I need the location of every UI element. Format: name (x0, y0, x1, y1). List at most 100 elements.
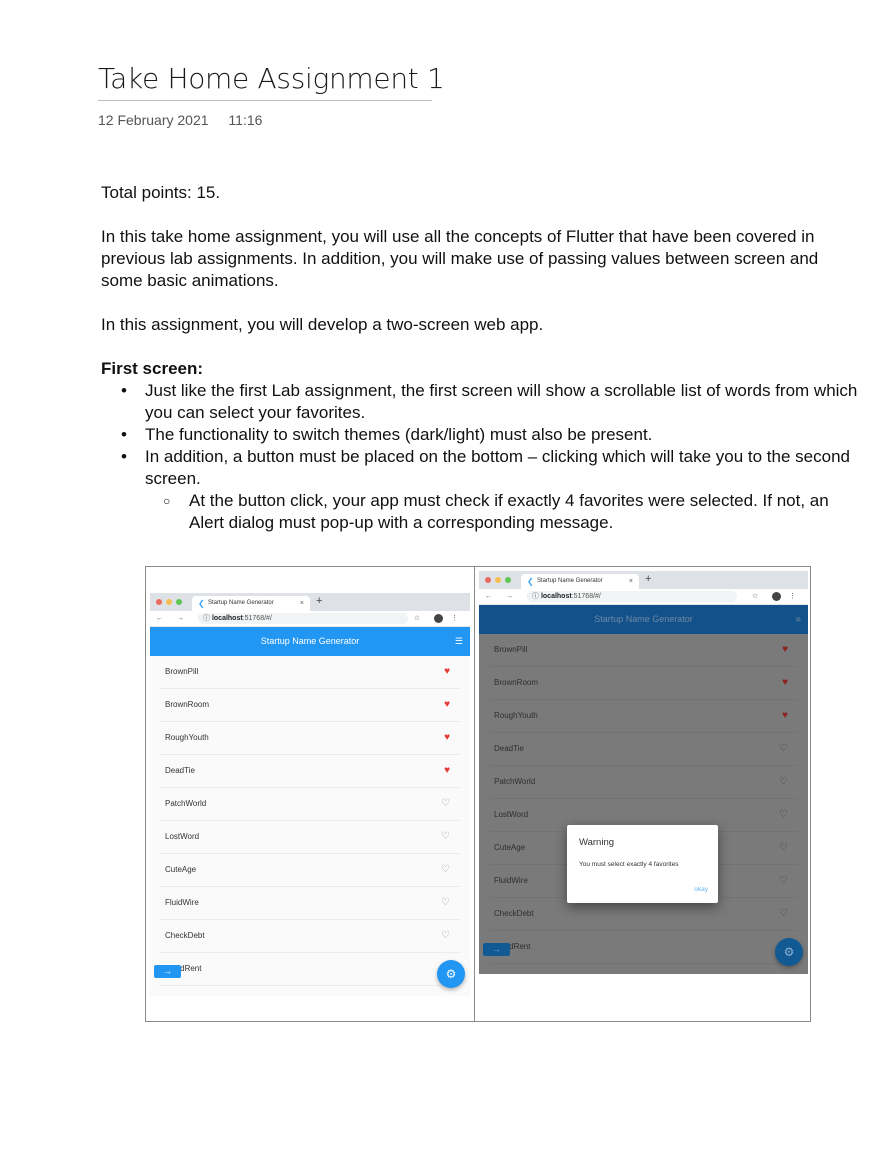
paragraph: Total points: 15. (101, 183, 221, 202)
dark-theme-screenshot: ❮ Startup Name Generator × + ← → C ⓘ loc… (479, 571, 808, 989)
list-icon: ☰ (454, 636, 463, 646)
word-label: RoughYouth (165, 733, 209, 742)
word-label: HotLife (165, 986, 190, 996)
list-item: RoughYouth ♥ (489, 700, 798, 733)
menu-icon: ⋮ (789, 593, 802, 600)
theme-toggle-fab: ⚙ (437, 960, 465, 988)
info-icon: ⓘ (532, 593, 539, 600)
word-list: BrownPill ♥ BrownRoom ♥ RoughYouth ♥ DeadTie ♥ P… (150, 656, 470, 996)
list-item: LostWord ♡ (160, 821, 460, 854)
word-label: BrownPill (494, 645, 528, 654)
list-item: FluidWire ♡ (160, 887, 460, 920)
heart-filled-icon: ♥ (782, 677, 788, 688)
note-meta: 12 February 2021 11:16 (98, 112, 278, 128)
app-title: Startup Name Generator (594, 614, 693, 624)
heart-outline-icon: ♡ (779, 875, 788, 886)
word-label: BrownPill (165, 667, 199, 676)
word-label: HotLife (494, 964, 519, 974)
sub-bullet-item: At the button click, your app must check… (163, 490, 861, 534)
info-icon: ⓘ (203, 615, 210, 622)
note-time: 11:16 (228, 112, 263, 128)
word-label: BrownRoom (494, 678, 539, 687)
browser-tab: ❮ Startup Name Generator × (521, 574, 639, 589)
word-label: PatchWorld (494, 777, 536, 786)
toolbar-right: ☆ ⋮ (414, 611, 464, 626)
word-label: LostWord (494, 810, 529, 819)
heart-filled-icon: ♥ (444, 699, 450, 710)
bullet-list: Just like the first Lab assignment, the … (101, 380, 861, 534)
word-label: CuteAge (494, 843, 526, 852)
word-label: CheckDebt (494, 909, 534, 918)
arrow-right-icon: → (163, 966, 172, 976)
tab-close-icon: × (628, 578, 633, 585)
list-item: HotLife♡ (489, 964, 798, 974)
tab-close-icon: × (299, 600, 304, 607)
minimize-dot (166, 599, 172, 605)
arrow-right-icon: → (492, 944, 501, 954)
sub-bullet-list: At the button click, your app must check… (145, 490, 861, 534)
word-label: DeadTie (165, 766, 195, 775)
heart-outline-icon: ♡ (779, 842, 788, 853)
toolbar-right: ☆ ⋮ (752, 589, 802, 604)
word-label: FluidWire (494, 876, 528, 885)
title-divider (98, 100, 432, 101)
heart-outline-icon: ♡ (441, 864, 450, 875)
url-host: localhost (211, 615, 243, 622)
heart-filled-icon: ♥ (782, 644, 788, 655)
star-icon: ☆ (413, 615, 427, 622)
paragraph: In this assignment, you will develop a t… (101, 315, 544, 334)
light-theme-screenshot: ❮ Startup Name Generator × + ← → C ⓘ loc… (150, 593, 470, 998)
list-item: DeadTie ♡ (489, 733, 798, 766)
app-bar: Startup Name Generator ☰ (150, 627, 470, 656)
url-field: ⓘ localhost:51768/#/ (527, 591, 737, 602)
heart-outline-icon: ♡ (441, 831, 450, 842)
url-rest: :51768/#/ (571, 593, 601, 600)
close-dot (156, 599, 162, 605)
maximize-dot (176, 599, 182, 605)
new-tab-icon: + (645, 573, 652, 585)
flutter-icon: ❮ (198, 599, 205, 608)
heart-filled-icon: ♥ (444, 732, 450, 743)
list-item: BrownPill ♥ (160, 656, 460, 689)
note-title: Take Home Assignment 1 (98, 62, 445, 95)
list-item: BrownRoom ♥ (489, 667, 798, 700)
heart-outline-icon: ♡ (779, 809, 788, 820)
word-label: CuteAge (165, 865, 197, 874)
word-list: BrownPill ♥ BrownRoom ♥ RoughYouth ♥ DeadTie ♡ P… (479, 634, 808, 974)
next-screen-button: → (483, 943, 510, 956)
heart-filled-icon: ♥ (444, 666, 450, 677)
star-icon: ☆ (751, 593, 765, 600)
heart-outline-icon: ♡ (779, 743, 788, 754)
word-label: RoughYouth (494, 711, 538, 720)
browser-tab-bar: ❮ Startup Name Generator × + (479, 571, 808, 589)
flutter-icon: ❮ (527, 577, 534, 586)
app-bar: Startup Name Generator ■ (479, 605, 808, 634)
minimize-dot (495, 577, 501, 583)
bullet-item: The functionality to switch themes (dark… (121, 424, 861, 446)
close-dot (485, 577, 491, 583)
address-bar: ← → C ⓘ localhost:51768/#/ ☆ ⋮ (150, 611, 470, 627)
word-label: LostWord (165, 832, 200, 841)
list-item: CuteAge ♡ (160, 854, 460, 887)
screenshots-figure: ❮ Startup Name Generator × + ← → C ⓘ loc… (145, 566, 811, 1022)
settings-icon: ⚙ (445, 967, 457, 981)
list-item: PatchWorld ♡ (489, 766, 798, 799)
paragraph: In this take home assignment, you will u… (101, 227, 819, 290)
address-bar: ← → C ⓘ localhost:51768/#/ ☆ ⋮ (479, 589, 808, 605)
url-host: localhost (540, 593, 572, 600)
note-body: Total points: 15. In this take home assi… (101, 182, 861, 534)
word-label: BrownRoom (165, 700, 210, 709)
note-date: 12 February 2021 (98, 112, 209, 128)
figure-divider (474, 567, 475, 1021)
heart-outline-icon: ♡ (441, 897, 450, 908)
heart-filled-icon: ♥ (444, 765, 450, 776)
dialog-message: You must select exactly 4 favorites (579, 861, 679, 868)
heart-filled-icon: ♥ (782, 710, 788, 721)
section-heading: First screen: (101, 359, 204, 378)
theme-toggle-fab: ⚙ (775, 938, 803, 966)
tab-title: Startup Name Generator (537, 578, 603, 584)
list-item: GoodRent♡ (489, 931, 798, 964)
tab-title: Startup Name Generator (208, 600, 274, 606)
list-item: DeadTie ♥ (160, 755, 460, 788)
heart-outline-icon: ♡ (441, 930, 450, 941)
